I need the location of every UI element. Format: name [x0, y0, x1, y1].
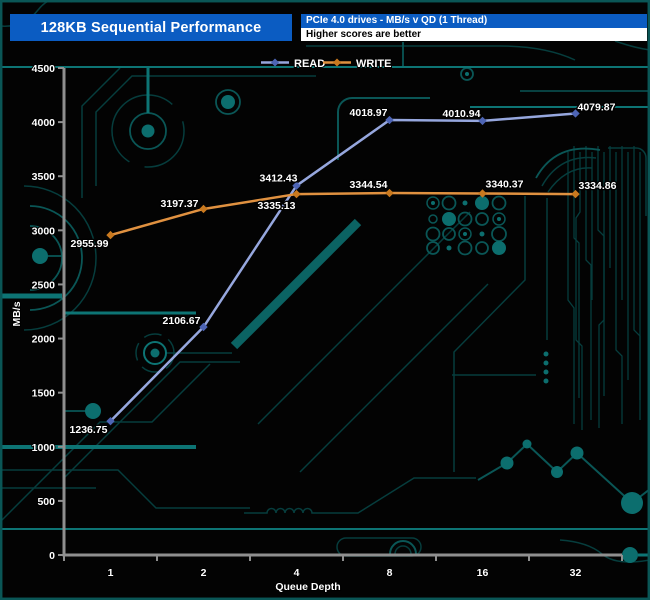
y-tick-label: 2500 — [32, 279, 56, 291]
y-tick-label: 4500 — [32, 63, 56, 75]
benchmark-chart-screenshot: 0 500 1000 1500 2000 2500 3000 3500 4000 4500 1 2 4 8… — [0, 0, 650, 600]
y-tick-label: 500 — [37, 496, 55, 508]
read-data-label: 2106.67 — [163, 315, 201, 327]
y-tick-label: 1500 — [32, 388, 56, 400]
write-data-label: 3335.13 — [258, 200, 296, 212]
x-tick-label: 2 — [201, 567, 207, 579]
write-data-label: 3197.37 — [161, 198, 199, 210]
legend-read-label: READ — [294, 58, 325, 70]
y-tick-label: 1000 — [32, 442, 56, 454]
legend-read-marker-icon — [271, 58, 279, 67]
x-tick-label: 32 — [570, 567, 582, 579]
read-data-label: 1236.75 — [70, 424, 108, 436]
write-marker — [478, 189, 487, 198]
x-tick-label: 1 — [108, 567, 114, 579]
read-data-label: 4018.97 — [350, 107, 388, 119]
write-marker — [199, 204, 208, 214]
chart-subtitle: PCIe 4.0 drives - MB/s v QD (1 Thread) — [306, 15, 488, 26]
y-tick-label: 4000 — [32, 117, 56, 129]
chart-subtitle-bar: PCIe 4.0 drives - MB/s v QD (1 Thread) — [301, 14, 647, 28]
y-tick-label: 2000 — [32, 334, 56, 346]
write-data-label: 2955.99 — [71, 238, 109, 250]
chart-note-bar: Higher scores are better — [301, 27, 647, 41]
read-data-label: 4010.94 — [443, 108, 481, 120]
read-data-label: 4079.87 — [578, 101, 616, 113]
x-tick-label: 8 — [387, 567, 393, 579]
y-axis-title: MB/s — [11, 301, 23, 326]
read-data-label: 3412.43 — [260, 173, 298, 185]
x-axis-title: Queue Depth — [275, 581, 340, 593]
read-series-line — [109, 112, 577, 423]
chart-note: Higher scores are better — [306, 28, 422, 40]
x-tick-label: 4 — [294, 567, 300, 579]
legend-write-marker-icon — [333, 58, 341, 67]
x-tick-label: 16 — [477, 567, 489, 579]
y-tick-label: 3000 — [32, 225, 56, 237]
y-tick-label: 0 — [49, 550, 55, 562]
chart-title: 128KB Sequential Performance — [40, 19, 262, 36]
y-tick-label: 3500 — [32, 171, 56, 183]
legend-write-label: WRITE — [356, 58, 391, 70]
write-data-label: 3340.37 — [486, 178, 524, 190]
chart-title-box: 128KB Sequential Performance — [10, 14, 292, 41]
write-data-label: 3334.86 — [579, 180, 617, 192]
performance-chart: 0 500 1000 1500 2000 2500 3000 3500 4000 4500 1 2 4 8… — [10, 57, 623, 594]
write-data-label: 3344.54 — [350, 179, 388, 191]
